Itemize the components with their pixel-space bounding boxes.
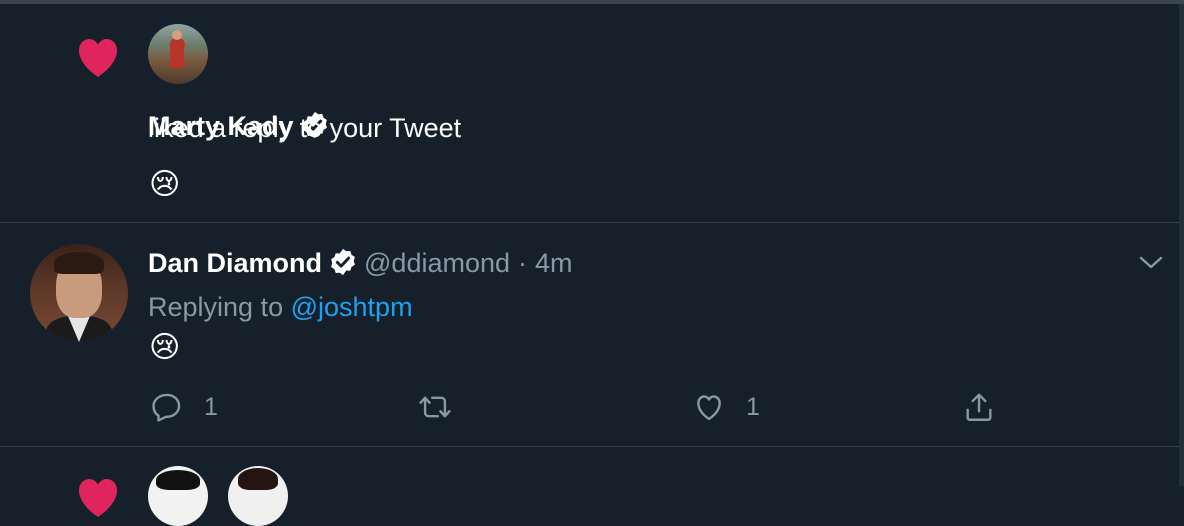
avatar-figure xyxy=(170,38,184,68)
crying-face-emoji: 😢 xyxy=(149,167,181,202)
tweet-actions: 1 1 xyxy=(0,387,1179,427)
heart-icon xyxy=(78,478,118,517)
notification-action-text: liked a reply to your Tweet xyxy=(148,113,462,143)
heart-icon xyxy=(78,38,118,77)
scrollbar-track[interactable] xyxy=(1179,4,1184,486)
avatar-hair xyxy=(238,468,278,490)
like-count: 1 xyxy=(746,392,760,421)
replying-to-mention[interactable]: @joshtpm xyxy=(291,292,413,322)
author-handle[interactable]: @ddiamond xyxy=(364,248,510,278)
avatar-hair xyxy=(54,252,104,274)
chevron-down-icon[interactable] xyxy=(1138,253,1164,273)
avatar[interactable] xyxy=(148,466,208,526)
like-icon xyxy=(697,395,721,421)
reply-button[interactable]: 1 xyxy=(150,387,218,427)
reply-icon xyxy=(152,393,181,422)
divider xyxy=(0,446,1179,447)
like-notification[interactable]: Marty Kady liked a reply to your Tweet 😢 xyxy=(0,4,1179,222)
tweet[interactable]: Dan Diamond @ddiamond · 4m Replying to @jo… xyxy=(0,223,1179,446)
avatar[interactable] xyxy=(228,466,288,526)
reply-count: 1 xyxy=(204,392,218,421)
avatar[interactable] xyxy=(148,24,208,84)
retweet-icon xyxy=(419,396,451,418)
tweet-header: Dan Diamond @ddiamond · 4m xyxy=(148,245,573,281)
author-name[interactable]: Dan Diamond xyxy=(148,248,322,278)
crying-face-emoji: 😢 xyxy=(149,330,181,365)
replying-to-label: Replying to xyxy=(148,292,284,322)
share-button[interactable] xyxy=(962,387,996,427)
avatar-head xyxy=(172,30,182,40)
like-button[interactable]: 1 xyxy=(692,387,760,427)
share-icon xyxy=(966,393,992,421)
avatar-hair xyxy=(156,470,200,490)
avatar[interactable] xyxy=(30,244,128,342)
retweet-button[interactable] xyxy=(418,387,452,427)
replying-to-line: Replying to @joshtpm xyxy=(148,289,413,325)
verified-badge-icon xyxy=(331,248,355,276)
separator-dot: · xyxy=(518,248,528,278)
notification-text: Marty Kady liked a reply to your Tweet xyxy=(148,108,461,144)
tweet-timestamp[interactable]: 4m xyxy=(535,248,573,278)
